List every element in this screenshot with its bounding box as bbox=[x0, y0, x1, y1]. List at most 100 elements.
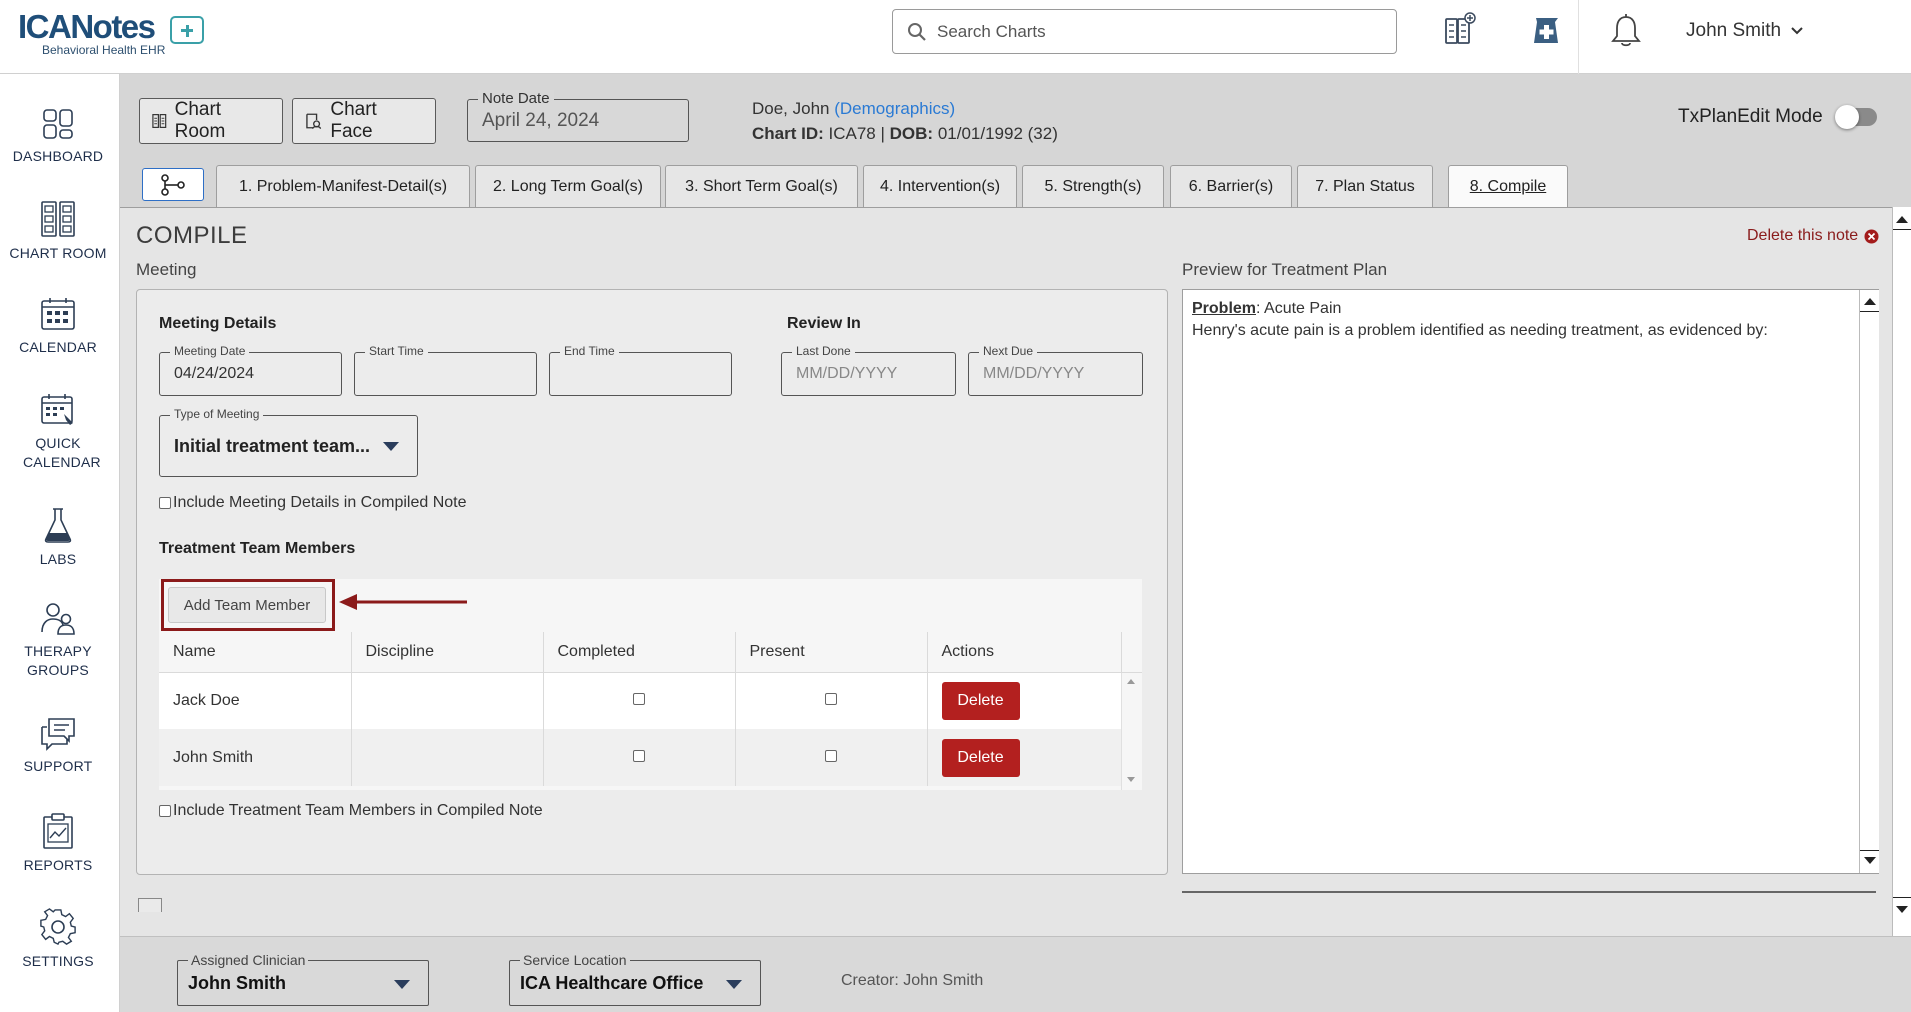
completed-cell bbox=[543, 729, 736, 786]
sidebar-item-settings[interactable]: SETTINGS bbox=[0, 908, 116, 971]
start-time-label: Start Time bbox=[365, 344, 428, 358]
team-members-area: Add Team Member Name Discipline Complete… bbox=[159, 579, 1142, 790]
tab-barriers[interactable]: 6. Barrier(s) bbox=[1170, 165, 1292, 207]
meeting-date-label: Meeting Date bbox=[170, 344, 250, 358]
member-discipline bbox=[351, 729, 544, 786]
bell-icon[interactable] bbox=[1608, 13, 1644, 49]
txplan-edit-mode-toggle[interactable] bbox=[1834, 105, 1877, 129]
page-scrollbar[interactable] bbox=[1892, 207, 1911, 936]
column-header-present[interactable]: Present bbox=[735, 632, 928, 673]
service-location-value: ICA Healthcare Office bbox=[520, 973, 704, 993]
sidebar-item-label: DASHBOARD bbox=[12, 148, 104, 164]
review-in-heading: Review In bbox=[787, 315, 861, 332]
scroll-track-line bbox=[1860, 850, 1879, 851]
last-done-field[interactable]: Last Done MM/DD/YYYY bbox=[781, 344, 956, 396]
note-date-field[interactable]: Note Date April 24, 2024 bbox=[467, 90, 689, 142]
medical-bag-icon[interactable] bbox=[1528, 12, 1564, 48]
app-logo[interactable]: ICANotes Behavioral Health EHR bbox=[18, 10, 204, 60]
end-time-field[interactable]: End Time bbox=[549, 344, 732, 396]
scroll-up-icon[interactable] bbox=[1896, 216, 1908, 223]
sidebar-item-therapy-groups[interactable]: THERAPY GROUPS bbox=[0, 602, 116, 680]
search-charts-box[interactable] bbox=[892, 9, 1397, 54]
scroll-up-icon[interactable] bbox=[1127, 679, 1135, 684]
chart-id-value: ICA78 bbox=[828, 124, 876, 143]
preview-scrollbar[interactable] bbox=[1859, 290, 1879, 873]
sidebar-item-label: SUPPORT bbox=[23, 758, 93, 774]
dob-label: DOB: bbox=[889, 124, 934, 143]
present-checkbox[interactable] bbox=[825, 749, 837, 762]
sidebar-item-quick-calendar[interactable]: QUICK CALENDAR bbox=[0, 392, 116, 472]
scroll-header-spacer bbox=[1121, 632, 1142, 673]
txplan-edit-mode-label: TxPlanEdit Mode bbox=[1678, 106, 1823, 127]
delete-member-button[interactable]: Delete bbox=[941, 681, 1020, 720]
tab-long-term-goals[interactable]: 2. Long Term Goal(s) bbox=[475, 165, 661, 207]
add-team-member-button[interactable]: Add Team Member bbox=[168, 587, 326, 623]
table-scrollbar[interactable] bbox=[1121, 673, 1142, 790]
column-header-name[interactable]: Name bbox=[159, 632, 352, 673]
next-due-label: Next Due bbox=[979, 344, 1038, 358]
checkbox-icon[interactable] bbox=[159, 497, 171, 509]
quick-calendar-icon bbox=[41, 394, 73, 425]
completed-cell bbox=[543, 672, 736, 729]
delete-note-link[interactable]: Delete this note bbox=[1747, 227, 1879, 245]
tab-short-term-goals[interactable]: 3. Short Term Goal(s) bbox=[665, 165, 858, 207]
sidebar-item-reports[interactable]: REPORTS bbox=[0, 812, 116, 875]
tab-compile[interactable]: 8. Compile bbox=[1448, 165, 1568, 208]
tab-strengths[interactable]: 5. Strength(s) bbox=[1022, 165, 1164, 207]
present-cell bbox=[735, 729, 928, 786]
chart-cabinet-add-icon[interactable] bbox=[1442, 12, 1478, 48]
tab-problem-manifest-details[interactable]: 1. Problem-Manifest-Detail(s) bbox=[216, 165, 470, 207]
tab-plan-status[interactable]: 7. Plan Status bbox=[1297, 165, 1433, 207]
scroll-down-icon[interactable] bbox=[1127, 777, 1135, 782]
column-header-discipline[interactable]: Discipline bbox=[351, 632, 544, 673]
sidebar-item-dashboard[interactable]: DASHBOARD bbox=[0, 107, 116, 166]
sidebar-item-labs[interactable]: LABS bbox=[0, 506, 116, 569]
completed-checkbox[interactable] bbox=[633, 749, 645, 762]
tab-workflow[interactable] bbox=[142, 168, 204, 201]
top-bar: ICANotes Behavioral Health EHR John Smit… bbox=[0, 0, 1911, 74]
sidebar-item-calendar[interactable]: CALENDAR bbox=[0, 296, 116, 357]
service-location-select[interactable]: Service Location ICA Healthcare Office bbox=[509, 952, 761, 1006]
chart-room-icon bbox=[41, 201, 75, 237]
include-meeting-details-checkbox[interactable]: Include Meeting Details in Compiled Note bbox=[159, 494, 466, 512]
next-due-field[interactable]: Next Due MM/DD/YYYY bbox=[968, 344, 1143, 396]
pointer-arrow-icon bbox=[339, 594, 467, 610]
actions-cell: Delete bbox=[927, 672, 1122, 729]
table-row: Jack Doe Delete bbox=[159, 672, 1142, 729]
scroll-down-icon[interactable] bbox=[1864, 857, 1876, 864]
assigned-clinician-select[interactable]: Assigned Clinician John Smith bbox=[177, 952, 429, 1006]
type-of-meeting-select[interactable]: Type of Meeting Initial treatment team..… bbox=[159, 407, 418, 477]
search-icon bbox=[908, 23, 926, 41]
tab-interventions[interactable]: 4. Intervention(s) bbox=[863, 165, 1017, 207]
scroll-up-icon[interactable] bbox=[1864, 298, 1876, 305]
type-of-meeting-value: Initial treatment team... bbox=[174, 436, 371, 456]
meeting-date-field[interactable]: Meeting Date 04/24/2024 bbox=[159, 344, 342, 396]
assigned-clinician-label: Assigned Clinician bbox=[188, 952, 309, 968]
completed-checkbox[interactable] bbox=[633, 692, 645, 705]
checkbox-icon[interactable] bbox=[159, 805, 171, 817]
user-menu[interactable]: John Smith bbox=[1686, 20, 1803, 42]
sidebar-item-chart-room[interactable]: CHART ROOM bbox=[0, 200, 116, 263]
column-header-actions: Actions bbox=[927, 632, 1122, 673]
search-input[interactable] bbox=[937, 10, 1387, 53]
chart-room-button[interactable]: Chart Room bbox=[139, 98, 283, 144]
partial-checkbox-row[interactable] bbox=[138, 898, 162, 912]
patient-name: Doe, John bbox=[752, 99, 830, 118]
demographics-link[interactable]: (Demographics) bbox=[834, 99, 955, 118]
column-header-completed[interactable]: Completed bbox=[543, 632, 736, 673]
present-checkbox[interactable] bbox=[825, 692, 837, 705]
include-team-members-checkbox[interactable]: Include Treatment Team Members in Compil… bbox=[159, 802, 543, 820]
scroll-down-icon[interactable] bbox=[1896, 906, 1908, 913]
sidebar-item-support[interactable]: SUPPORT bbox=[0, 717, 116, 776]
header-divider bbox=[1578, 0, 1579, 74]
note-date-value: April 24, 2024 bbox=[482, 110, 600, 131]
chart-face-button[interactable]: Chart Face bbox=[292, 98, 436, 144]
meeting-box: Meeting Details Review In Meeting Date 0… bbox=[136, 289, 1168, 875]
meeting-section-label: Meeting bbox=[136, 260, 197, 279]
scroll-track-line bbox=[1860, 311, 1879, 312]
delete-member-button[interactable]: Delete bbox=[941, 738, 1020, 777]
sidebar-item-label: SETTINGS bbox=[22, 953, 94, 969]
present-cell bbox=[735, 672, 928, 729]
chart-id-label: Chart ID: bbox=[752, 124, 824, 143]
start-time-field[interactable]: Start Time bbox=[354, 344, 537, 396]
